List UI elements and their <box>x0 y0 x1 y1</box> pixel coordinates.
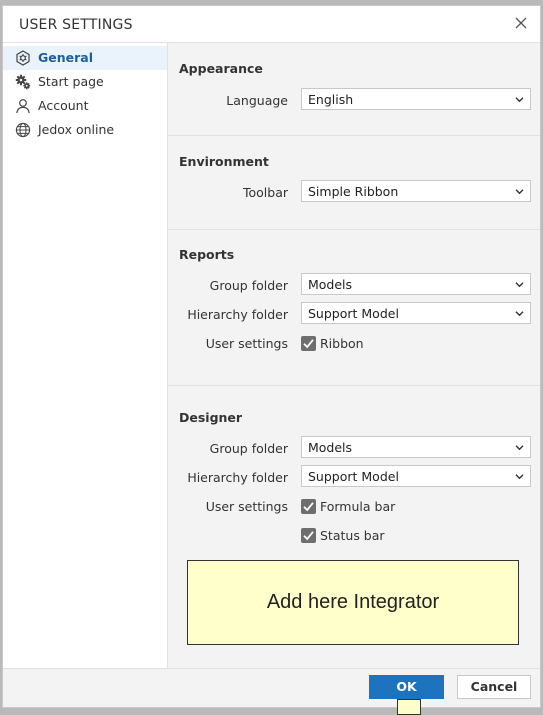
sidebar-item-label: General <box>38 50 93 65</box>
dialog-titlebar: USER SETTINGS <box>3 6 540 43</box>
group-folder-label: Group folder <box>209 441 288 456</box>
dialog-title: USER SETTINGS <box>19 17 133 33</box>
language-select[interactable]: English <box>301 88 531 110</box>
settings-content: Appearance Language English Environment … <box>168 43 540 676</box>
chevron-down-icon <box>515 311 524 317</box>
hierarchy-folder-label: Hierarchy folder <box>187 307 288 322</box>
user-settings-label: User settings <box>205 499 288 514</box>
sidebar-item-label: Start page <box>38 74 104 89</box>
gears-icon <box>15 74 31 90</box>
dialog-footer: OK Cancel <box>3 668 540 707</box>
user-settings-dialog: USER SETTINGS General Start page Account… <box>2 5 541 708</box>
globe-icon <box>15 122 31 138</box>
section-title: Environment <box>179 154 269 169</box>
checkbox-box <box>301 499 316 514</box>
reports-group-folder-select[interactable]: Models <box>301 273 531 295</box>
reports-hierarchy-folder-select[interactable]: Support Model <box>301 302 531 324</box>
reports-section: Reports Group folder Models Hierarchy fo… <box>168 230 540 385</box>
toolbar-label: Toolbar <box>242 185 288 200</box>
checkbox-box <box>301 528 316 543</box>
section-title: Appearance <box>179 61 263 76</box>
select-value: Support Model <box>308 469 399 484</box>
designer-group-folder-select[interactable]: Models <box>301 436 531 458</box>
checkbox-label: Ribbon <box>320 336 364 351</box>
checkbox-label: Formula bar <box>320 499 396 514</box>
sidebar-item-jedox-online[interactable]: Jedox online <box>3 118 167 142</box>
ok-button[interactable]: OK <box>369 675 444 699</box>
integrator-note: Add here Integrator <box>187 560 519 645</box>
environment-section: Environment Toolbar Simple Ribbon <box>168 136 540 229</box>
toolbar-select[interactable]: Simple Ribbon <box>301 180 531 202</box>
language-label: Language <box>226 93 288 108</box>
hexagon-gear-icon <box>16 50 30 66</box>
select-value: Models <box>308 277 353 292</box>
section-title: Designer <box>179 410 243 425</box>
settings-sidebar: General Start page Account Jedox online <box>3 43 168 668</box>
cancel-button[interactable]: Cancel <box>457 675 531 699</box>
user-settings-label: User settings <box>205 336 288 351</box>
user-icon <box>16 99 30 114</box>
sidebar-item-label: Jedox online <box>38 122 115 137</box>
close-icon[interactable] <box>513 15 529 31</box>
checkmark-icon <box>303 502 314 512</box>
sidebar-item-account[interactable]: Account <box>3 94 167 118</box>
designer-hierarchy-folder-select[interactable]: Support Model <box>301 465 531 487</box>
appearance-section: Appearance Language English <box>168 43 540 135</box>
hierarchy-folder-label: Hierarchy folder <box>187 470 288 485</box>
chevron-down-icon <box>515 445 524 451</box>
sidebar-item-start-page[interactable]: Start page <box>3 70 167 94</box>
select-value: Models <box>308 440 353 455</box>
checkmark-icon <box>303 531 314 541</box>
chevron-down-icon <box>515 97 524 103</box>
section-title: Reports <box>179 247 235 262</box>
chevron-down-icon <box>515 189 524 195</box>
checkbox-label: Status bar <box>320 528 385 543</box>
chevron-down-icon <box>515 474 524 480</box>
checkbox-box <box>301 336 316 351</box>
annotation-marker <box>397 699 421 715</box>
select-value: Support Model <box>308 306 399 321</box>
select-value: Simple Ribbon <box>308 184 399 199</box>
select-value: English <box>308 92 354 107</box>
sidebar-item-general[interactable]: General <box>3 46 167 70</box>
group-folder-label: Group folder <box>209 278 288 293</box>
chevron-down-icon <box>515 282 524 288</box>
sidebar-item-label: Account <box>38 98 89 113</box>
checkmark-icon <box>303 339 314 349</box>
